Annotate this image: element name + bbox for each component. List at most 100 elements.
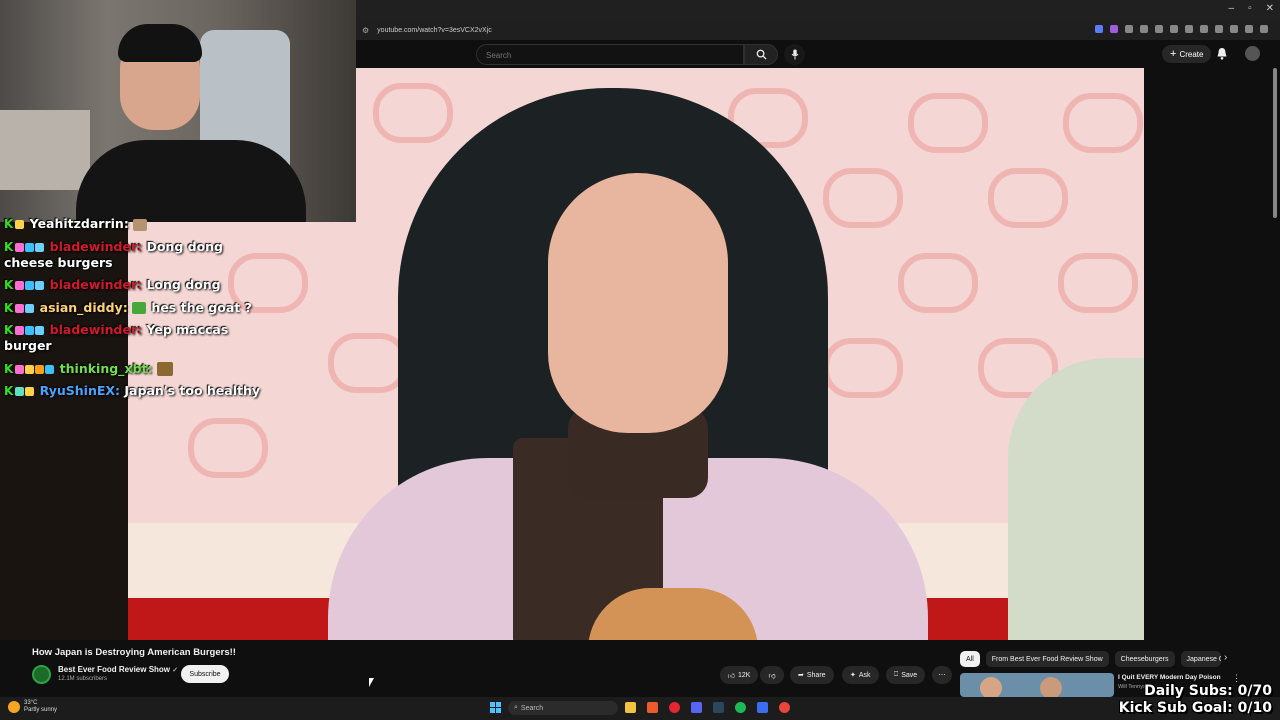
music-icon[interactable] <box>1155 25 1163 33</box>
verified-icon: ✓ <box>172 667 179 674</box>
opera-icon[interactable] <box>669 702 680 713</box>
search-box[interactable] <box>476 44 744 65</box>
chat-username: asian_diddy: <box>39 299 128 315</box>
chip-japanese[interactable]: Japanese C <box>1180 651 1221 667</box>
more-actions-button[interactable]: ⋯ <box>932 666 952 684</box>
wall-logo-pattern <box>373 83 453 143</box>
kick-badge-icon: K <box>4 384 14 398</box>
wallet-icon[interactable] <box>1200 25 1208 33</box>
daily-subs-overlay: Daily Subs: 0/70 <box>1144 683 1272 699</box>
extension-icon[interactable] <box>1095 25 1103 33</box>
chrome-icon[interactable] <box>779 702 790 713</box>
voice-search-button[interactable] <box>784 44 805 65</box>
channel-name-text[interactable]: Best Ever Food Review Show <box>58 665 170 674</box>
woman-face <box>548 173 728 433</box>
wall-logo-pattern <box>908 93 988 153</box>
menu-icon[interactable] <box>1260 25 1268 33</box>
dislike-button[interactable]: 👎︎ <box>760 666 784 684</box>
chip-from-channel[interactable]: From Best Ever Food Review Show <box>985 651 1109 667</box>
wall-logo-pattern <box>898 253 978 313</box>
wall-logo-pattern <box>1058 253 1138 313</box>
partly-sunny-icon <box>8 701 20 713</box>
weather-widget[interactable]: 33°C Partly sunny <box>8 700 57 714</box>
windows-taskbar <box>0 697 1280 720</box>
search-input[interactable] <box>477 46 717 65</box>
site-info-icon[interactable]: ⚙ <box>362 26 369 35</box>
spotify-icon[interactable] <box>735 702 746 713</box>
save-label: Save <box>901 671 918 679</box>
chat-username: bladewinder: <box>49 322 143 337</box>
address-bar[interactable]: ⚙ youtube.com/watch?v=3esVCX2vXjc <box>356 20 1280 54</box>
app-icon[interactable] <box>757 702 768 713</box>
maximize-icon[interactable]: ▫ <box>1248 3 1252 14</box>
brave-browser-icon[interactable] <box>647 702 658 713</box>
streamer-webcam <box>0 0 356 222</box>
recommended-video-thumbnail[interactable] <box>960 673 1114 697</box>
chat-username: bladewinder: <box>49 238 143 254</box>
badge-icon <box>15 364 25 374</box>
download-icon[interactable] <box>1230 25 1238 33</box>
badge-icon <box>15 387 25 396</box>
url-text[interactable]: youtube.com/watch?v=3esVCX2vXjc <box>377 27 492 34</box>
notifications-bell-icon[interactable] <box>1216 47 1228 60</box>
chat-message: K bladewinder: Long dong <box>4 277 264 293</box>
extension-icon[interactable] <box>1110 25 1118 33</box>
badge-icon <box>15 326 25 335</box>
webcam-bed <box>0 110 90 190</box>
kick-badge-icon: K <box>4 361 14 376</box>
sidebar-icon[interactable] <box>1185 25 1193 33</box>
pepe-emote-icon <box>132 302 147 314</box>
stream-chat-overlay: K Yeahitzdarrin: K bladewinder: Dong don… <box>4 216 264 406</box>
recommended-video-title[interactable]: I Quit EVERY Modern Day Poison <box>1118 674 1221 681</box>
windows-start-icon[interactable] <box>490 702 501 713</box>
badge-icon <box>15 242 25 252</box>
extension-icon[interactable] <box>1125 25 1133 33</box>
account-avatar[interactable] <box>1245 46 1260 61</box>
channel-name[interactable]: Best Ever Food Review Show ✓ <box>58 665 178 674</box>
more-horiz-icon: ⋯ <box>938 672 946 679</box>
kick-badge-icon: K <box>4 217 14 231</box>
extension-icon[interactable] <box>1140 25 1148 33</box>
wall-logo-pattern <box>188 418 268 478</box>
share-label: Share <box>806 671 826 679</box>
vpn-icon[interactable] <box>1245 25 1253 33</box>
badge-icon <box>15 303 25 313</box>
badge-icon <box>35 326 45 335</box>
recommendation-chips: All From Best Ever Food Review Show Chee… <box>960 651 1221 667</box>
like-button[interactable]: 👍︎ 12K <box>720 666 758 684</box>
save-button[interactable]: ⎕ Save <box>886 666 926 684</box>
badge-icon <box>15 281 25 290</box>
chip-all[interactable]: All <box>960 651 980 667</box>
chat-username: RyuShinEX: <box>39 383 121 398</box>
page-scrollbar[interactable] <box>1273 68 1277 218</box>
subscribe-button[interactable]: Subscribe <box>181 665 229 683</box>
create-button[interactable]: + Create <box>1162 45 1212 63</box>
badge-icon <box>25 364 35 374</box>
chip-cheeseburgers[interactable]: Cheeseburgers <box>1114 651 1175 667</box>
steam-icon[interactable] <box>713 702 724 713</box>
search-button[interactable] <box>744 44 778 65</box>
chat-text: Long dong <box>146 277 221 292</box>
kick-badge-icon: K <box>4 278 14 292</box>
taskbar-search[interactable]: ⌕ Search <box>508 701 618 715</box>
minimize-icon[interactable]: – <box>1229 3 1235 14</box>
extensions-icon[interactable] <box>1215 25 1223 33</box>
streamer-body <box>76 140 306 222</box>
video-title: How Japan is Destroying American Burgers… <box>32 647 236 658</box>
ask-button[interactable]: ✦ Ask <box>842 666 879 684</box>
kick-sub-goal-overlay: Kick Sub Goal: 0/10 <box>1118 700 1272 716</box>
thumbnail-person <box>1040 677 1062 697</box>
discord-icon[interactable] <box>691 702 702 713</box>
extension-icon[interactable] <box>1170 25 1178 33</box>
file-explorer-icon[interactable] <box>625 702 636 713</box>
wall-logo-pattern <box>1063 93 1143 153</box>
weather-condition: Partly sunny <box>24 707 58 713</box>
close-icon[interactable]: ✕ <box>1266 3 1274 14</box>
channel-avatar[interactable] <box>32 665 51 684</box>
chat-username: Yeahitzdarrin: <box>29 216 129 231</box>
chevron-right-icon[interactable]: › <box>1224 652 1227 663</box>
chat-message: K RyuShinEX: Japan's too healthy <box>4 383 264 399</box>
search-icon <box>756 49 767 60</box>
share-button[interactable]: ➦ Share <box>790 666 834 684</box>
chat-username: bladewinder: <box>49 277 143 292</box>
